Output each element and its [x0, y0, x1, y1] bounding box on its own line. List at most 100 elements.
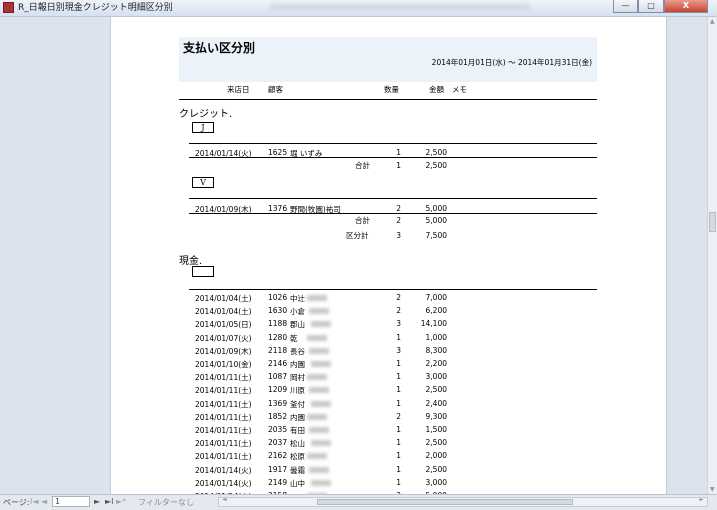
redacted-name — [307, 453, 327, 460]
vertical-scrollbar[interactable]: ▲ ▼ — [707, 17, 717, 494]
vertical-scroll-thumb[interactable] — [709, 212, 716, 232]
cash-row-date: 2014/01/11(土) — [195, 412, 252, 422]
group-total-amount: 5,000 — [425, 216, 447, 225]
redacted-name — [307, 295, 327, 301]
redacted-name — [309, 308, 329, 315]
scroll-up-arrow-icon[interactable]: ▲ — [710, 18, 715, 25]
horizontal-scrollbar[interactable]: ◄ ► — [218, 496, 708, 507]
minimize-button[interactable]: — — [613, 0, 638, 13]
new-record-button[interactable]: ►* — [116, 497, 126, 506]
redacted-name — [309, 466, 329, 473]
credit-row-id: 1376 — [268, 204, 288, 213]
cash-row-qty: 2 — [396, 293, 401, 302]
cash-row-id: 2037 — [268, 438, 288, 448]
section-total-label: 区分計 — [346, 231, 369, 240]
group-box-cash — [192, 266, 214, 277]
credit-row-id: 1625 — [268, 148, 288, 157]
cash-row-id: 1209 — [268, 385, 288, 395]
cash-row-qty: 2 — [396, 306, 401, 316]
cash-row-date: 2014/01/11(土) — [195, 373, 252, 383]
cash-row-qty: 1 — [396, 398, 401, 408]
date-range: 2014年01月01日(水) ～ 2014年01月31日(金) — [431, 58, 592, 67]
cash-row-qty: 2 — [396, 411, 401, 421]
next-page-button[interactable]: ► — [94, 497, 100, 506]
cash-row-date: 2014/01/10(金) — [195, 360, 252, 369]
cash-row-id: 1369 — [268, 398, 288, 408]
header-rule — [179, 99, 597, 100]
cash-row-amount: 9,300 — [425, 411, 447, 421]
cash-row-id: 1852 — [268, 411, 288, 421]
section-total-qty: 3 — [396, 231, 401, 240]
credit-row-amount: 5,000 — [425, 204, 447, 213]
cash-row-amount: 8,300 — [425, 345, 447, 355]
cash-row-date: 2014/01/11(土) — [195, 452, 252, 462]
page-number-input[interactable]: 1 — [52, 496, 90, 507]
cash-row-amount: 2,500 — [425, 464, 447, 474]
cash-row-id: 1188 — [268, 319, 288, 329]
group-box-j: J — [192, 122, 214, 133]
section-total-amount: 7,500 — [425, 231, 447, 240]
access-report-icon — [3, 2, 14, 13]
cash-row-amount: 14,100 — [420, 319, 447, 329]
previous-page-button[interactable]: ◄ — [41, 497, 47, 506]
group-rule — [189, 289, 597, 290]
filter-status[interactable]: フィルターなし — [138, 497, 194, 508]
cash-row-name: 川原 — [290, 386, 305, 396]
close-button[interactable]: X — [664, 0, 708, 13]
credit-row-qty: 1 — [396, 148, 401, 157]
total-rule — [189, 157, 597, 158]
cash-row-id: 2118 — [268, 345, 288, 355]
group-total-amount: 2,500 — [425, 161, 447, 170]
cash-row-amount: 2,500 — [425, 438, 447, 448]
cash-row-date: 2014/01/14(火) — [195, 478, 252, 488]
cash-row-qty: 1 — [396, 438, 401, 448]
window-titlebar: R_日報日別現金クレジット明細区分別 — □ X — [0, 0, 717, 17]
cash-row-qty: 1 — [396, 385, 401, 395]
redacted-name — [311, 440, 331, 447]
cash-row-amount: 7,000 — [425, 293, 447, 302]
cash-row-qty: 1 — [396, 464, 401, 474]
horizontal-scroll-thumb[interactable] — [317, 499, 573, 505]
first-page-button[interactable]: I◄ — [30, 497, 39, 506]
cash-row-name: 長谷 — [290, 346, 305, 356]
cash-row-amount: 2,400 — [425, 398, 447, 408]
redacted-name — [309, 347, 329, 354]
redacted-name — [311, 479, 331, 486]
scroll-right-arrow-icon[interactable]: ► — [699, 496, 704, 503]
group-total-qty: 1 — [396, 161, 401, 170]
report-preview-area: 支払い区分別 2014年01月01日(水) ～ 2014年01月31日(金) 来… — [0, 17, 707, 494]
col-visit-date: 来店日 — [227, 85, 250, 94]
last-page-button[interactable]: ►I — [105, 497, 114, 506]
cash-row-id: 1630 — [268, 306, 288, 316]
redacted-name — [309, 387, 329, 394]
group-rule — [189, 143, 597, 144]
col-customer: 顧客 — [268, 85, 283, 94]
cash-row-date: 2014/01/05(日) — [195, 320, 252, 330]
cash-row-name: 釜付 — [290, 399, 305, 409]
scroll-down-arrow-icon[interactable]: ▼ — [710, 486, 715, 493]
group-total-label: 合計 — [355, 216, 370, 225]
cash-row-qty: 1 — [396, 451, 401, 461]
maximize-button[interactable]: □ — [638, 0, 664, 13]
cash-row-date: 2014/01/09(木) — [195, 346, 252, 356]
cash-row-id: 1087 — [268, 372, 288, 382]
cash-row-date: 2014/01/11(土) — [195, 386, 252, 396]
scroll-left-arrow-icon[interactable]: ◄ — [222, 496, 227, 503]
cash-row-name: 曇霜 — [290, 465, 305, 475]
cash-row-date: 2014/01/11(土) — [195, 426, 252, 435]
cash-row-qty: 1 — [396, 372, 401, 382]
cash-row-qty: 1 — [396, 477, 401, 487]
cash-row-id: 1917 — [268, 464, 288, 474]
cash-row-date: 2014/01/07(火) — [195, 333, 252, 343]
cash-row-qty: 3 — [396, 345, 401, 355]
group-box-v: V — [192, 177, 214, 188]
cash-row-amount: 3,000 — [425, 372, 447, 382]
cash-row-id: 2149 — [268, 477, 288, 487]
total-rule — [189, 213, 597, 214]
report-header: 支払い区分別 2014年01月01日(水) ～ 2014年01月31日(金) — [179, 37, 597, 82]
redacted-name — [311, 400, 331, 407]
section-credit: クレジット. — [179, 109, 233, 120]
cash-row-name: 内園 — [290, 412, 305, 422]
cash-row-id: 2146 — [268, 359, 288, 368]
cash-row-name: 中辻 — [290, 294, 305, 303]
